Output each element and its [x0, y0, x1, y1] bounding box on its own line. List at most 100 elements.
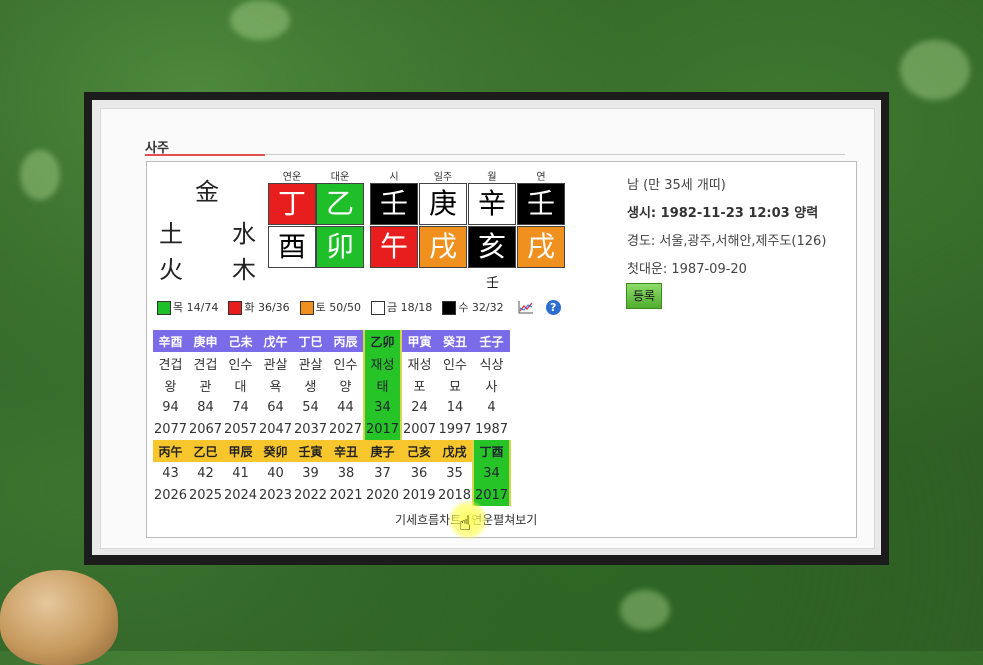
month-stem[interactable]: 辛 [468, 183, 516, 225]
year-pillar[interactable]: 辛丑 [328, 440, 364, 462]
daeun-pillar-current[interactable]: 乙卯 [363, 330, 402, 352]
daeun-age: 24 [411, 399, 428, 415]
hidden-stem: 壬 [486, 276, 500, 291]
daeun-age: 64 [267, 399, 284, 415]
year-pillar[interactable]: 甲辰 [223, 440, 258, 462]
section-divider-accent [145, 154, 265, 156]
daeun-tengod: 재성 [407, 357, 432, 373]
daeun-tengod-current: 재성 [363, 352, 402, 374]
daeun-age: 14 [446, 399, 464, 415]
year-pillar[interactable]: 乙巳 [188, 440, 223, 462]
daeun-pillar[interactable]: 甲寅 [401, 330, 437, 352]
daeun-stem[interactable]: 乙 [316, 183, 364, 225]
daeun-tengod: 인수 [228, 357, 253, 373]
line-chart-icon[interactable] [518, 300, 534, 314]
daeun-year: 1997 [438, 421, 472, 437]
daeun-stage: 왕 [164, 379, 177, 395]
daeun-tengod: 인수 [443, 357, 467, 373]
daeun-stage-row: 왕 관 대 욕 생 양 태 포 묘 사 [153, 374, 510, 396]
year-age: 36 [410, 465, 428, 481]
pillar-label-hour: 시 [389, 172, 399, 183]
year-branch[interactable]: 戌 [517, 226, 565, 268]
yeonun-branch[interactable]: 酉 [268, 226, 316, 268]
daeun-pillar[interactable]: 壬子 [473, 330, 510, 352]
daeun-pillar-row: 辛酉 庚申 己未 戊午 丁巳 丙辰 乙卯 甲寅 癸丑 壬子 [153, 330, 510, 352]
birth-time: 생시: 1982-11-23 12:03 양력 [627, 206, 819, 221]
daeun-stage: 사 [485, 379, 498, 395]
day-stem[interactable]: 庚 [419, 183, 467, 225]
year-year: 2020 [365, 487, 400, 503]
year-stem[interactable]: 壬 [517, 183, 565, 225]
year-year: 2024 [223, 487, 258, 503]
daeun-year-row: 2077 2067 2057 2047 2037 2027 2017 2007 … [153, 418, 510, 440]
daeun-age: 84 [197, 399, 214, 415]
longitude: 경도: 서울,광주,서해안,제주도(126) [627, 234, 827, 249]
daeun-pillar[interactable]: 丙辰 [328, 330, 364, 352]
daeun-age: 74 [232, 399, 249, 415]
hour-stem[interactable]: 壬 [370, 183, 418, 225]
daeun-year: 1987 [474, 421, 509, 437]
year-age: 35 [446, 465, 463, 481]
daeun-tengod: 인수 [333, 357, 358, 373]
month-branch[interactable]: 亥 [468, 226, 516, 268]
daeun-pillar[interactable]: 丁巳 [293, 330, 328, 352]
daeun-tengod: 견겁 [193, 357, 218, 373]
hour-branch[interactable]: 午 [370, 226, 418, 268]
daeun-stage: 생 [304, 379, 317, 395]
daeun-pillar[interactable]: 庚申 [188, 330, 223, 352]
element-wood: 木 [232, 256, 256, 284]
daeun-tengod-row: 견겁 견겁 인수 관살 관살 인수 재성 재성 인수 식상 [153, 352, 510, 374]
year-pillar-current[interactable]: 丁酉 [472, 440, 511, 462]
window-inner: 사주 金 土 水 火 木 연운 대운 시 일주 월 연 丁 乙 壬 庚 辛 壬 … [92, 100, 881, 555]
day-branch[interactable]: 戌 [419, 226, 467, 268]
daeun-pillar[interactable]: 戊午 [258, 330, 293, 352]
year-age: 38 [337, 465, 355, 481]
daeun-pillar[interactable]: 己未 [223, 330, 258, 352]
register-button[interactable]: 등록 [626, 283, 662, 309]
legend-water: 수 32/32 [442, 299, 504, 315]
daeun-pillar[interactable]: 辛酉 [153, 330, 188, 352]
daeun-tengod: 관살 [298, 357, 323, 373]
year-pillar[interactable]: 己亥 [401, 440, 437, 462]
help-icon[interactable]: ? [545, 299, 561, 315]
year-age-row: 43 42 41 40 39 38 37 36 35 34 [153, 462, 511, 484]
gender-age: 남 (만 35세 개띠) [627, 178, 726, 193]
daeun-stage-current: 태 [363, 374, 402, 396]
daeun-age: 94 [162, 399, 179, 415]
element-legend: 목 14/74 화 36/36 토 50/50 금 18/18 수 32/32 … [157, 299, 561, 315]
daeun-year: 2027 [328, 421, 363, 437]
daeun-stage: 관 [199, 379, 212, 395]
daeun-tengod: 견겁 [158, 357, 183, 373]
first-daeun: 첫대운: 1987-09-20 [627, 262, 747, 277]
pillar-label-month: 월 [487, 172, 497, 183]
legend-wood: 목 14/74 [157, 299, 218, 315]
daeun-stage: 대 [234, 379, 247, 395]
year-age: 42 [197, 465, 214, 481]
daeun-year: 2077 [153, 421, 188, 437]
legend-fire: 화 36/36 [228, 299, 290, 315]
year-pillar[interactable]: 丙午 [153, 440, 188, 462]
daeun-age-row: 94 84 74 64 54 44 34 24 14 4 [153, 396, 510, 418]
year-age: 37 [374, 465, 391, 481]
year-age-current: 34 [472, 462, 511, 484]
year-year: 2019 [402, 487, 436, 503]
year-year: 2022 [293, 487, 328, 503]
daeun-age-current: 34 [363, 396, 402, 418]
daeun-year-current: 2017 [363, 418, 402, 440]
legend-metal: 금 18/18 [370, 299, 432, 315]
year-pillar-row: 丙午 乙巳 甲辰 癸卯 壬寅 辛丑 庚子 己亥 戊戌 丁酉 [153, 440, 511, 462]
year-pillar[interactable]: 癸卯 [258, 440, 293, 462]
year-pillar[interactable]: 戊戌 [437, 440, 473, 462]
daeun-pillar[interactable]: 癸丑 [437, 330, 473, 352]
yeonun-stem[interactable]: 丁 [268, 183, 316, 225]
daeun-age: 44 [337, 399, 354, 415]
year-pillar[interactable]: 庚子 [364, 440, 401, 462]
pillar-label-yeonun: 연운 [282, 172, 302, 183]
legend-earth: 토 50/50 [299, 299, 361, 315]
year-age: 43 [162, 465, 179, 481]
pillar-label-day: 일주 [433, 172, 453, 183]
daeun-branch[interactable]: 卯 [316, 226, 364, 268]
year-pillar[interactable]: 壬寅 [293, 440, 328, 462]
daeun-table: 辛酉 庚申 己未 戊午 丁巳 丙辰 乙卯 甲寅 癸丑 壬子 견겁 견겁 인수 관… [153, 330, 511, 506]
pillar-label-daeun: 대운 [330, 172, 350, 183]
